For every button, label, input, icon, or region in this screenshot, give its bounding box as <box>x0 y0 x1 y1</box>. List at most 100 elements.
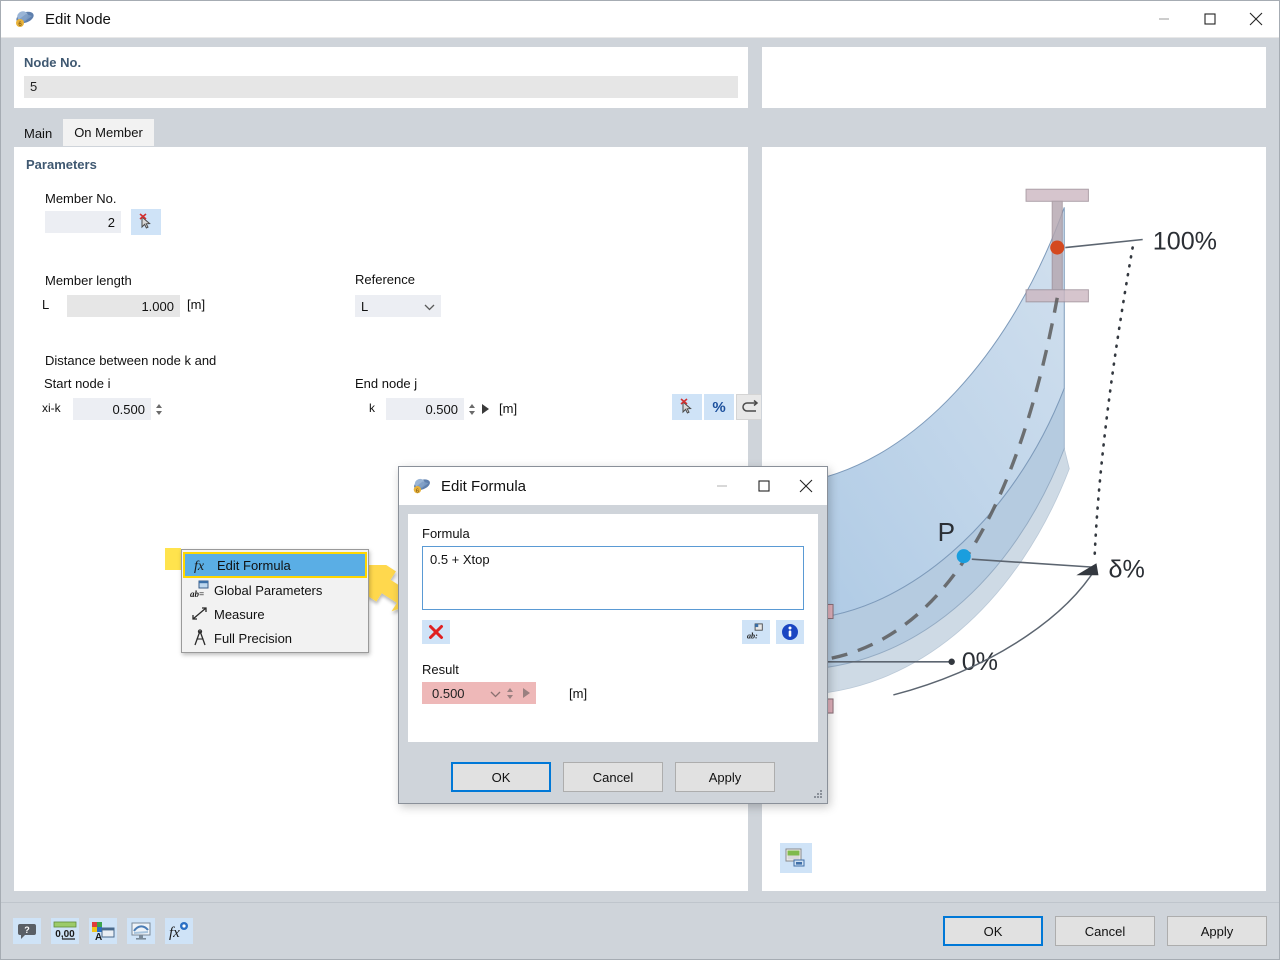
node-p-marker <box>957 549 971 563</box>
fx-icon: fx <box>189 553 217 577</box>
member-no-input[interactable]: 2 <box>45 211 121 233</box>
member-length-unit: [m] <box>187 297 205 312</box>
tab-on-member[interactable]: On Member <box>63 119 154 146</box>
view-settings-button[interactable] <box>127 918 155 944</box>
color-display-icon: A <box>91 921 115 941</box>
node-no-field[interactable]: 5 <box>24 76 738 98</box>
edit-node-window: 6 Edit Node Node No. 5 Main On Member <box>0 0 1280 960</box>
label-delta-percent: δ% <box>1109 555 1145 583</box>
end-node-input[interactable]: 0.500 <box>386 398 464 420</box>
menu-arrow-highlight <box>165 548 181 570</box>
help-button[interactable]: ? <box>13 918 41 944</box>
minimize-icon[interactable] <box>1141 1 1187 37</box>
modal-content: Formula 0.5 + Xtop ab: <box>407 513 819 743</box>
swap-arrow-icon <box>741 399 761 415</box>
percent-button[interactable]: % <box>704 394 734 420</box>
window-controls <box>1141 1 1279 37</box>
reference-select[interactable]: L <box>355 295 441 317</box>
dialog-footer: ? 0,00 A <box>1 902 1279 959</box>
maximize-icon[interactable] <box>1187 1 1233 37</box>
snapshot-button[interactable] <box>780 843 812 873</box>
modal-title-bar: 6 Edit Formula <box>399 467 827 505</box>
start-node-input[interactable]: 0.500 <box>73 398 151 420</box>
menu-item-global-parameters[interactable]: ab= Global Parameters <box>182 578 368 602</box>
svg-text:6: 6 <box>416 488 419 494</box>
visual-object-icon <box>130 921 152 941</box>
start-node-spinner[interactable] <box>153 398 165 420</box>
result-unit: [m] <box>569 686 587 701</box>
header-band: Node No. 5 <box>1 38 1279 109</box>
clear-formula-button[interactable] <box>422 620 450 644</box>
tab-main[interactable]: Main <box>13 121 63 146</box>
info-icon <box>781 623 799 641</box>
preview-panel: 0% 100% P δ% <box>761 146 1267 892</box>
ab-equals-icon: ab= <box>186 578 214 602</box>
svg-text:fx: fx <box>169 925 180 941</box>
svg-text:ab:: ab: <box>747 631 758 640</box>
modal-cancel-button[interactable]: Cancel <box>563 762 663 792</box>
value-context-menu: fx Edit Formula ab= Global Parameters <box>181 549 369 653</box>
window-title-bar: 6 Edit Node <box>1 1 1279 38</box>
member-length-label: Member length <box>45 273 132 288</box>
info-button[interactable] <box>776 620 804 644</box>
help-bubble-icon: ? <box>17 922 37 940</box>
parameters-group-title: Parameters <box>26 157 97 172</box>
label-point-p: P <box>938 517 955 547</box>
node-cube-icon: 6 <box>411 475 433 497</box>
apply-button[interactable]: Apply <box>1167 916 1267 946</box>
menu-item-label: Edit Formula <box>217 558 291 573</box>
footer-buttons: OK Cancel Apply <box>943 916 1267 946</box>
end-node-label: End node j <box>355 376 417 391</box>
distance-pick-button[interactable] <box>672 394 702 420</box>
resize-grip[interactable] <box>813 790 823 800</box>
modal-window-controls <box>701 467 827 505</box>
modal-title: Edit Formula <box>441 478 526 495</box>
chevron-down-icon <box>490 686 501 701</box>
formula-toolbar: ab: <box>422 620 804 644</box>
cancel-button[interactable]: Cancel <box>1055 916 1155 946</box>
modal-apply-button[interactable]: Apply <box>675 762 775 792</box>
result-spinner[interactable] <box>504 684 516 702</box>
snapshot-image-icon <box>785 848 807 868</box>
end-node-spinner[interactable] <box>466 398 478 420</box>
decimal-places-button[interactable]: 0,00 <box>51 918 79 944</box>
display-properties-button[interactable]: A <box>89 918 117 944</box>
formula-label: Formula <box>422 526 804 541</box>
minimize-icon[interactable] <box>701 467 743 505</box>
label-0-percent: 0% <box>962 648 998 676</box>
label-100-percent: 100% <box>1153 228 1217 256</box>
parameters-button[interactable]: ab: <box>742 620 770 644</box>
pick-cursor-icon <box>678 398 696 416</box>
end-node-unit: [m] <box>499 401 517 416</box>
chevron-down-icon <box>424 299 435 314</box>
close-icon[interactable] <box>1233 1 1279 37</box>
modal-ok-button[interactable]: OK <box>451 762 551 792</box>
footer-tool-strip: ? 0,00 A <box>13 918 193 944</box>
member-length-input: 1.000 <box>67 295 180 317</box>
menu-item-full-precision[interactable]: Full Precision <box>182 626 368 650</box>
end-node-symbol: k <box>369 401 375 415</box>
formula-visibility-button[interactable]: fx <box>165 918 193 944</box>
member-pick-button[interactable] <box>131 209 161 235</box>
distance-label: Distance between node k and <box>45 353 216 368</box>
start-node-label: Start node i <box>44 376 111 391</box>
menu-item-label: Full Precision <box>214 631 292 646</box>
ok-button[interactable]: OK <box>943 916 1043 946</box>
maximize-icon[interactable] <box>743 467 785 505</box>
menu-item-measure[interactable]: Measure <box>182 602 368 626</box>
result-menu-arrow[interactable] <box>519 684 533 702</box>
close-icon[interactable] <box>785 467 827 505</box>
compass-divider-icon <box>186 626 214 650</box>
beam-diagram: 0% 100% P δ% <box>762 147 1266 891</box>
result-label: Result <box>422 662 804 677</box>
end-node-menu-arrow[interactable] <box>478 398 492 420</box>
node-no-group: Node No. 5 <box>13 46 749 109</box>
node-no-label: Node No. <box>24 55 738 70</box>
start-node-symbol: xi-k <box>42 401 61 415</box>
red-x-icon <box>428 624 444 640</box>
member-length-symbol: L <box>42 297 49 312</box>
edit-formula-dialog: 6 Edit Formula Formula 0.5 + Xtop <box>398 466 828 804</box>
pick-cursor-icon <box>137 213 155 231</box>
formula-input[interactable]: 0.5 + Xtop <box>422 546 804 610</box>
menu-item-edit-formula[interactable]: fx Edit Formula <box>183 552 367 578</box>
